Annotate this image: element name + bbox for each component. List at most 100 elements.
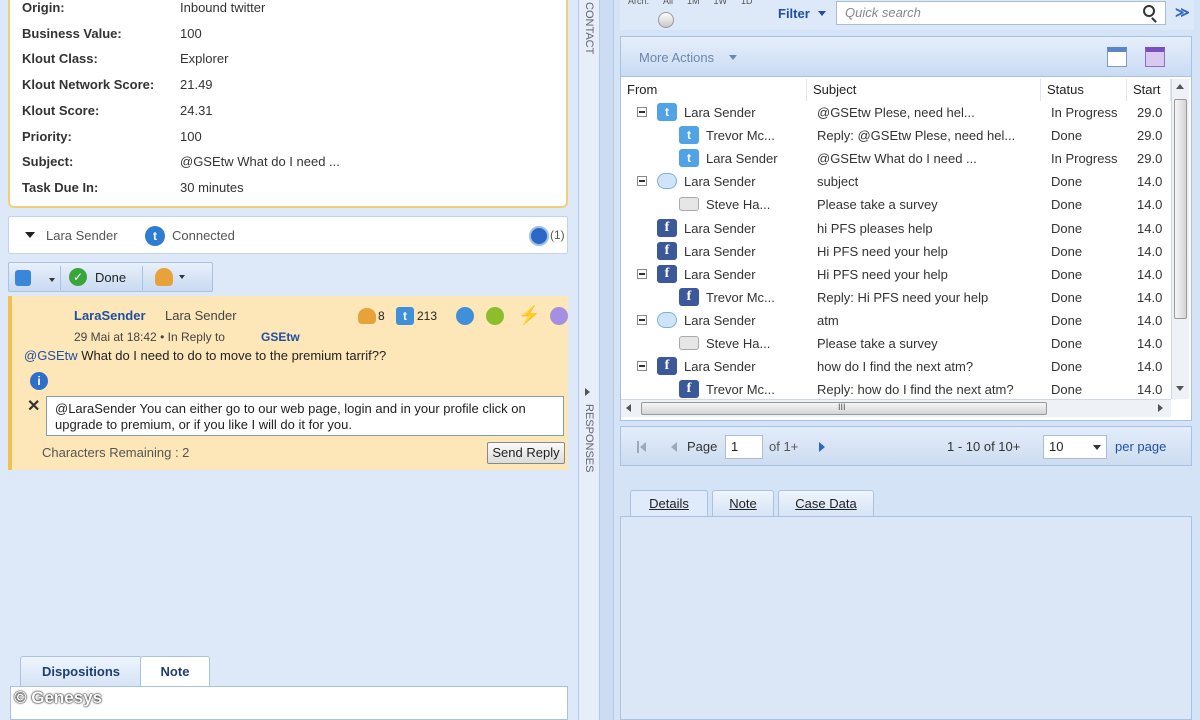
cell-status: Done	[1051, 359, 1083, 375]
per-page-select[interactable]: 10	[1043, 435, 1107, 459]
followers-icon	[358, 308, 376, 324]
table-row[interactable]: f Trevor Mc... Reply: Hi PFS need your hel…	[621, 286, 1169, 309]
list-view-icon[interactable]	[1107, 47, 1127, 67]
column-from[interactable]: From	[621, 79, 807, 101]
done-label: Done	[95, 270, 127, 285]
close-icon[interactable]: ✕	[27, 396, 40, 416]
column-status[interactable]: Status	[1041, 79, 1127, 101]
chevron-down-icon[interactable]	[179, 275, 185, 279]
twitter-icon: t	[657, 103, 677, 121]
horizontal-scrollbar[interactable]: III	[621, 399, 1171, 417]
block-icon[interactable]	[486, 307, 504, 325]
page-number-input[interactable]: 1	[725, 435, 763, 459]
tab-note[interactable]: Note	[140, 656, 210, 686]
scroll-down-arrow-icon[interactable]	[1176, 386, 1184, 391]
tab-dispositions[interactable]: Dispositions	[20, 656, 142, 686]
vertical-scroll-thumb[interactable]	[1174, 99, 1187, 319]
info-key: Business Value:	[22, 25, 122, 41]
calendar-view-icon[interactable]	[1145, 47, 1165, 67]
info-key: Klout Score:	[22, 102, 100, 118]
info-key: Task Due In:	[22, 179, 99, 195]
search-icon[interactable]	[1143, 5, 1155, 17]
collapse-toggle-icon[interactable]	[637, 314, 647, 325]
table-row[interactable]: f Lara Sender how do I find the next atm? D…	[621, 355, 1169, 378]
info-value: 24.31	[180, 102, 213, 118]
mention-link[interactable]: @GSEtw	[24, 348, 78, 363]
bolt-icon[interactable]: ⚡	[518, 305, 540, 326]
horizontal-scroll-thumb[interactable]: III	[641, 402, 1047, 415]
table-row[interactable]: f Lara Sender Hi PFS need your help Done 14.…	[621, 240, 1169, 263]
cell-status: Done	[1051, 220, 1083, 236]
info-value: Inbound twitter	[180, 0, 266, 15]
info-icon[interactable]: i	[30, 372, 48, 390]
tab-note-detail[interactable]: Note	[712, 490, 774, 516]
quick-search-input[interactable]: Quick search	[836, 1, 1166, 25]
sender-username[interactable]: LaraSender	[74, 308, 146, 323]
table-row[interactable]: f Lara Sender hi PFS pleases help Done 14.0	[621, 217, 1169, 240]
contact-label[interactable]: CONTACT	[583, 2, 595, 54]
interaction-toolbar: ✓ Done	[8, 262, 213, 292]
contact-splitter[interactable]	[578, 0, 600, 720]
chevron-down-icon[interactable]	[818, 11, 826, 16]
more-actions-button[interactable]: More Actions	[639, 50, 714, 65]
filter-button[interactable]: Filter	[778, 6, 810, 21]
column-subject[interactable]: Subject	[807, 79, 1041, 101]
cell-start: 14.0	[1137, 336, 1163, 351]
table-row[interactable]: t Trevor Mc... Reply: @GSEtw Plese, need h…	[621, 124, 1169, 147]
per-page-label: per page	[1115, 439, 1167, 454]
table-row[interactable]: Lara Sender subject Done 14.0	[621, 170, 1169, 193]
cell-from: Steve Ha...	[706, 197, 771, 213]
info-value: 100	[180, 25, 202, 41]
collapse-triangle-icon[interactable]	[25, 232, 35, 238]
expand-arrow-icon[interactable]	[585, 388, 590, 396]
cell-subject: Please take a survey	[817, 197, 938, 213]
consult-people-icon[interactable]	[155, 268, 173, 286]
more-icon[interactable]	[550, 307, 568, 325]
cell-subject: how do I find the next atm?	[817, 359, 974, 375]
tab-details[interactable]: Details	[630, 490, 708, 516]
tab-case-data[interactable]: Case Data	[778, 490, 874, 516]
table-row[interactable]: f Lara Sender Hi PFS need your help Done 14.…	[621, 263, 1169, 286]
chevron-down-icon[interactable]	[729, 55, 737, 60]
double-chevron-icon[interactable]: ≫	[1175, 4, 1190, 21]
cell-subject: @GSEtw Plese, need hel...	[817, 105, 975, 120]
table-row[interactable]: f Trevor Mc... Reply: how do I find the ne…	[621, 378, 1169, 401]
cell-status: In Progress	[1051, 151, 1118, 167]
next-page-icon[interactable]	[819, 442, 825, 452]
responses-label[interactable]: RESPONSES	[583, 404, 595, 472]
scroll-right-arrow-icon[interactable]	[1158, 404, 1163, 412]
clock-icon[interactable]	[529, 226, 549, 246]
vertical-scrollbar[interactable]	[1171, 79, 1189, 399]
panel-splitter[interactable]	[600, 0, 614, 720]
message-text: @GSEtw What do I need to do to move to t…	[24, 348, 387, 363]
table-row[interactable]: Steve Ha... Please take a survey Done 14.0	[621, 193, 1169, 216]
retweet-icon[interactable]	[456, 307, 474, 325]
table-row[interactable]: Lara Sender atm Done 14.0	[621, 309, 1169, 332]
transfer-button[interactable]	[9, 266, 61, 290]
reply-to-link[interactable]: GSEtw	[261, 330, 300, 344]
cell-start: 29.0	[1137, 105, 1163, 120]
scroll-left-arrow-icon[interactable]	[626, 404, 631, 412]
facebook-icon: f	[657, 241, 677, 260]
reply-textarea[interactable]: @LaraSender You can either go to our web…	[46, 396, 564, 436]
email-icon	[679, 336, 699, 350]
collapse-toggle-icon[interactable]	[637, 268, 647, 279]
cell-start: 14.0	[1137, 266, 1163, 282]
column-start[interactable]: Start	[1127, 79, 1171, 101]
first-page-icon[interactable]	[637, 441, 647, 453]
table-row[interactable]: Steve Ha... Please take a survey Done 14.0	[621, 332, 1169, 355]
table-row[interactable]: t Lara Sender @GSEtw What do I need ... In …	[621, 147, 1169, 170]
scroll-up-arrow-icon[interactable]	[1176, 84, 1184, 89]
previous-page-icon[interactable]	[671, 442, 677, 452]
cell-from: Trevor Mc...	[706, 289, 775, 305]
collapse-toggle-icon[interactable]	[637, 361, 647, 372]
send-reply-button[interactable]: Send Reply	[487, 442, 565, 464]
cell-status: Done	[1051, 128, 1083, 144]
collapse-toggle-icon[interactable]	[637, 176, 647, 187]
time-slider-knob[interactable]	[658, 12, 674, 28]
table-row[interactable]: t Lara Sender @GSEtw Plese, need hel... In …	[621, 101, 1169, 124]
slider-label: 1M	[687, 0, 700, 6]
collapse-toggle-icon[interactable]	[637, 107, 647, 117]
cell-start: 14.0	[1137, 197, 1163, 213]
party-bar: Lara Sender t Connected (1)	[8, 216, 568, 254]
